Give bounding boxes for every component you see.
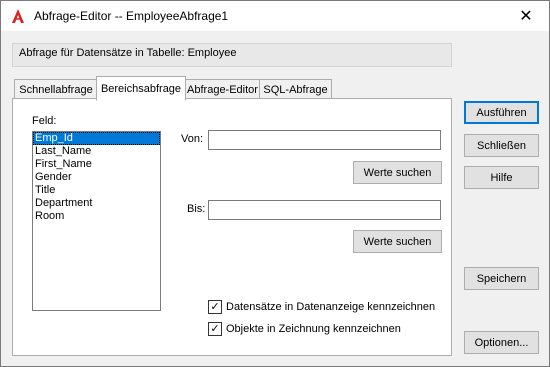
tab-quick-query[interactable]: Schnellabfrage [14,79,98,99]
range-query-panel: Feld: Emp_Id Last_Name First_Name Gender… [12,98,452,356]
field-item-room[interactable]: Room [33,210,160,223]
highlight-objects-row[interactable]: ✓ Objekte in Zeichnung kennzeichnen [208,321,401,337]
autocad-logo-icon [12,9,24,23]
save-button[interactable]: Speichern [464,267,539,290]
close-button[interactable]: Schließen [464,134,539,157]
highlight-objects-label: Objekte in Zeichnung kennzeichnen [226,323,401,335]
window-title: Abfrage-Editor -- EmployeeAbfrage1 [34,9,229,23]
find-values-from-button[interactable]: Werte suchen [353,161,442,184]
title-bar: Abfrage-Editor -- EmployeeAbfrage1 ✕ [1,1,549,31]
to-input[interactable] [208,200,441,220]
tab-sql-query[interactable]: SQL-Abfrage [259,79,332,99]
field-item-first-name[interactable]: First_Name [33,158,160,171]
field-item-gender[interactable]: Gender [33,171,160,184]
field-item-department[interactable]: Department [33,197,160,210]
from-input[interactable] [208,130,441,150]
highlight-objects-checkbox[interactable]: ✓ [208,322,222,336]
highlight-records-label: Datensätze in Datenanzeige kennzeichnen [226,301,436,313]
tab-query-editor[interactable]: Abfrage-Editor [184,79,261,99]
highlight-records-checkbox[interactable]: ✓ [208,300,222,314]
info-bar: Abfrage für Datensätze in Tabelle: Emplo… [12,43,452,67]
find-values-to-button[interactable]: Werte suchen [353,230,442,253]
field-item-last-name[interactable]: Last_Name [33,145,160,158]
to-label: Bis: [187,203,206,215]
from-label: Von: [181,133,204,145]
query-editor-window: Abfrage-Editor -- EmployeeAbfrage1 ✕ Abf… [0,0,550,367]
field-item-emp-id[interactable]: Emp_Id [33,132,160,145]
table-info-text: Abfrage für Datensätze in Tabelle: Emplo… [19,47,237,59]
highlight-records-row[interactable]: ✓ Datensätze in Datenanzeige kennzeichne… [208,299,435,315]
field-label: Feld: [32,115,57,127]
close-window-button[interactable]: ✕ [503,1,549,31]
field-listbox[interactable]: Emp_Id Last_Name First_Name Gender Title… [32,131,161,311]
help-button[interactable]: Hilfe [464,166,539,189]
field-item-title[interactable]: Title [33,184,160,197]
options-button[interactable]: Optionen... [464,331,539,354]
execute-button[interactable]: Ausführen [464,101,539,124]
tab-range-query[interactable]: Bereichsabfrage [96,76,186,101]
